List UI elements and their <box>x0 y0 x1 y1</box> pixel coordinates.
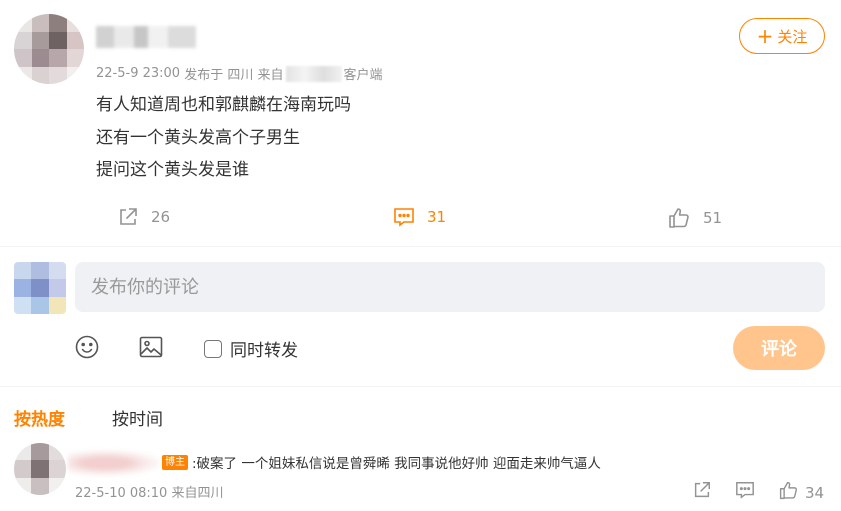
posted-in-prefix: 发布于 <box>184 68 224 83</box>
comment-icon <box>393 206 415 228</box>
share-icon <box>117 206 139 228</box>
comment-like-count: 34 <box>805 483 825 502</box>
emoji-icon[interactable] <box>74 334 100 364</box>
section-divider <box>0 386 841 387</box>
current-user-avatar[interactable] <box>14 262 66 314</box>
comment-reply-button[interactable] <box>735 480 755 504</box>
author-name[interactable] <box>96 26 196 48</box>
like-count: 51 <box>703 209 723 227</box>
thumbs-up-icon <box>778 480 799 505</box>
repost-count: 26 <box>151 208 171 226</box>
client-suffix: 客户端 <box>343 68 383 83</box>
comment-input[interactable] <box>75 262 825 312</box>
post-location: 四川 <box>227 68 254 83</box>
repost-checkbox-label: 同时转发 <box>230 341 298 361</box>
comment-like-button[interactable]: 34 <box>778 480 824 505</box>
comment-button[interactable]: 31 <box>393 206 446 228</box>
post-text-line: 有人知道周也和郭麒麟在海南玩吗 <box>96 95 351 115</box>
post-text-line: 提问这个黄头发是谁 <box>96 160 249 180</box>
thumbs-up-icon <box>667 206 691 230</box>
plus-icon: + <box>756 24 774 48</box>
share-icon <box>692 480 712 504</box>
submit-label: 评论 <box>761 339 797 360</box>
repost-checkbox[interactable]: 同时转发 <box>204 336 298 361</box>
comment-count: 31 <box>427 208 447 226</box>
author-badge: 博主 <box>162 455 188 470</box>
author-avatar[interactable] <box>14 14 84 84</box>
comment-meta: 22-5-10 08:10 来自四川 <box>75 486 224 501</box>
commenter-name[interactable] <box>68 450 162 476</box>
tab-sort-hot[interactable]: 按热度 <box>14 405 65 430</box>
post-text-line: 还有一个黄头发高个子男生 <box>96 128 300 148</box>
like-button[interactable]: 51 <box>667 206 722 230</box>
comment-share-button[interactable] <box>692 480 712 504</box>
checkbox-box[interactable] <box>204 339 222 358</box>
client-name-redacted <box>285 65 342 82</box>
comment-text: :破案了 一个姐妹私信说是曾舜晞 我同事说他好帅 迎面走来帅气逼人 <box>192 456 601 472</box>
commenter-avatar[interactable] <box>14 443 66 495</box>
section-divider <box>0 246 841 247</box>
comment-icon <box>735 480 755 504</box>
follow-button[interactable]: + 关注 <box>739 18 825 54</box>
submit-comment-button[interactable]: 评论 <box>733 326 825 370</box>
from-prefix: 来自 <box>257 68 284 83</box>
post-meta: 22-5-9 23:00 发布于 四川 来自 客户端 <box>96 64 383 83</box>
follow-label: 关注 <box>777 27 808 46</box>
tab-sort-time[interactable]: 按时间 <box>112 405 163 430</box>
repost-button[interactable]: 26 <box>117 206 170 228</box>
post-time[interactable]: 22-5-9 23:00 <box>96 66 180 81</box>
image-icon[interactable] <box>138 334 164 364</box>
